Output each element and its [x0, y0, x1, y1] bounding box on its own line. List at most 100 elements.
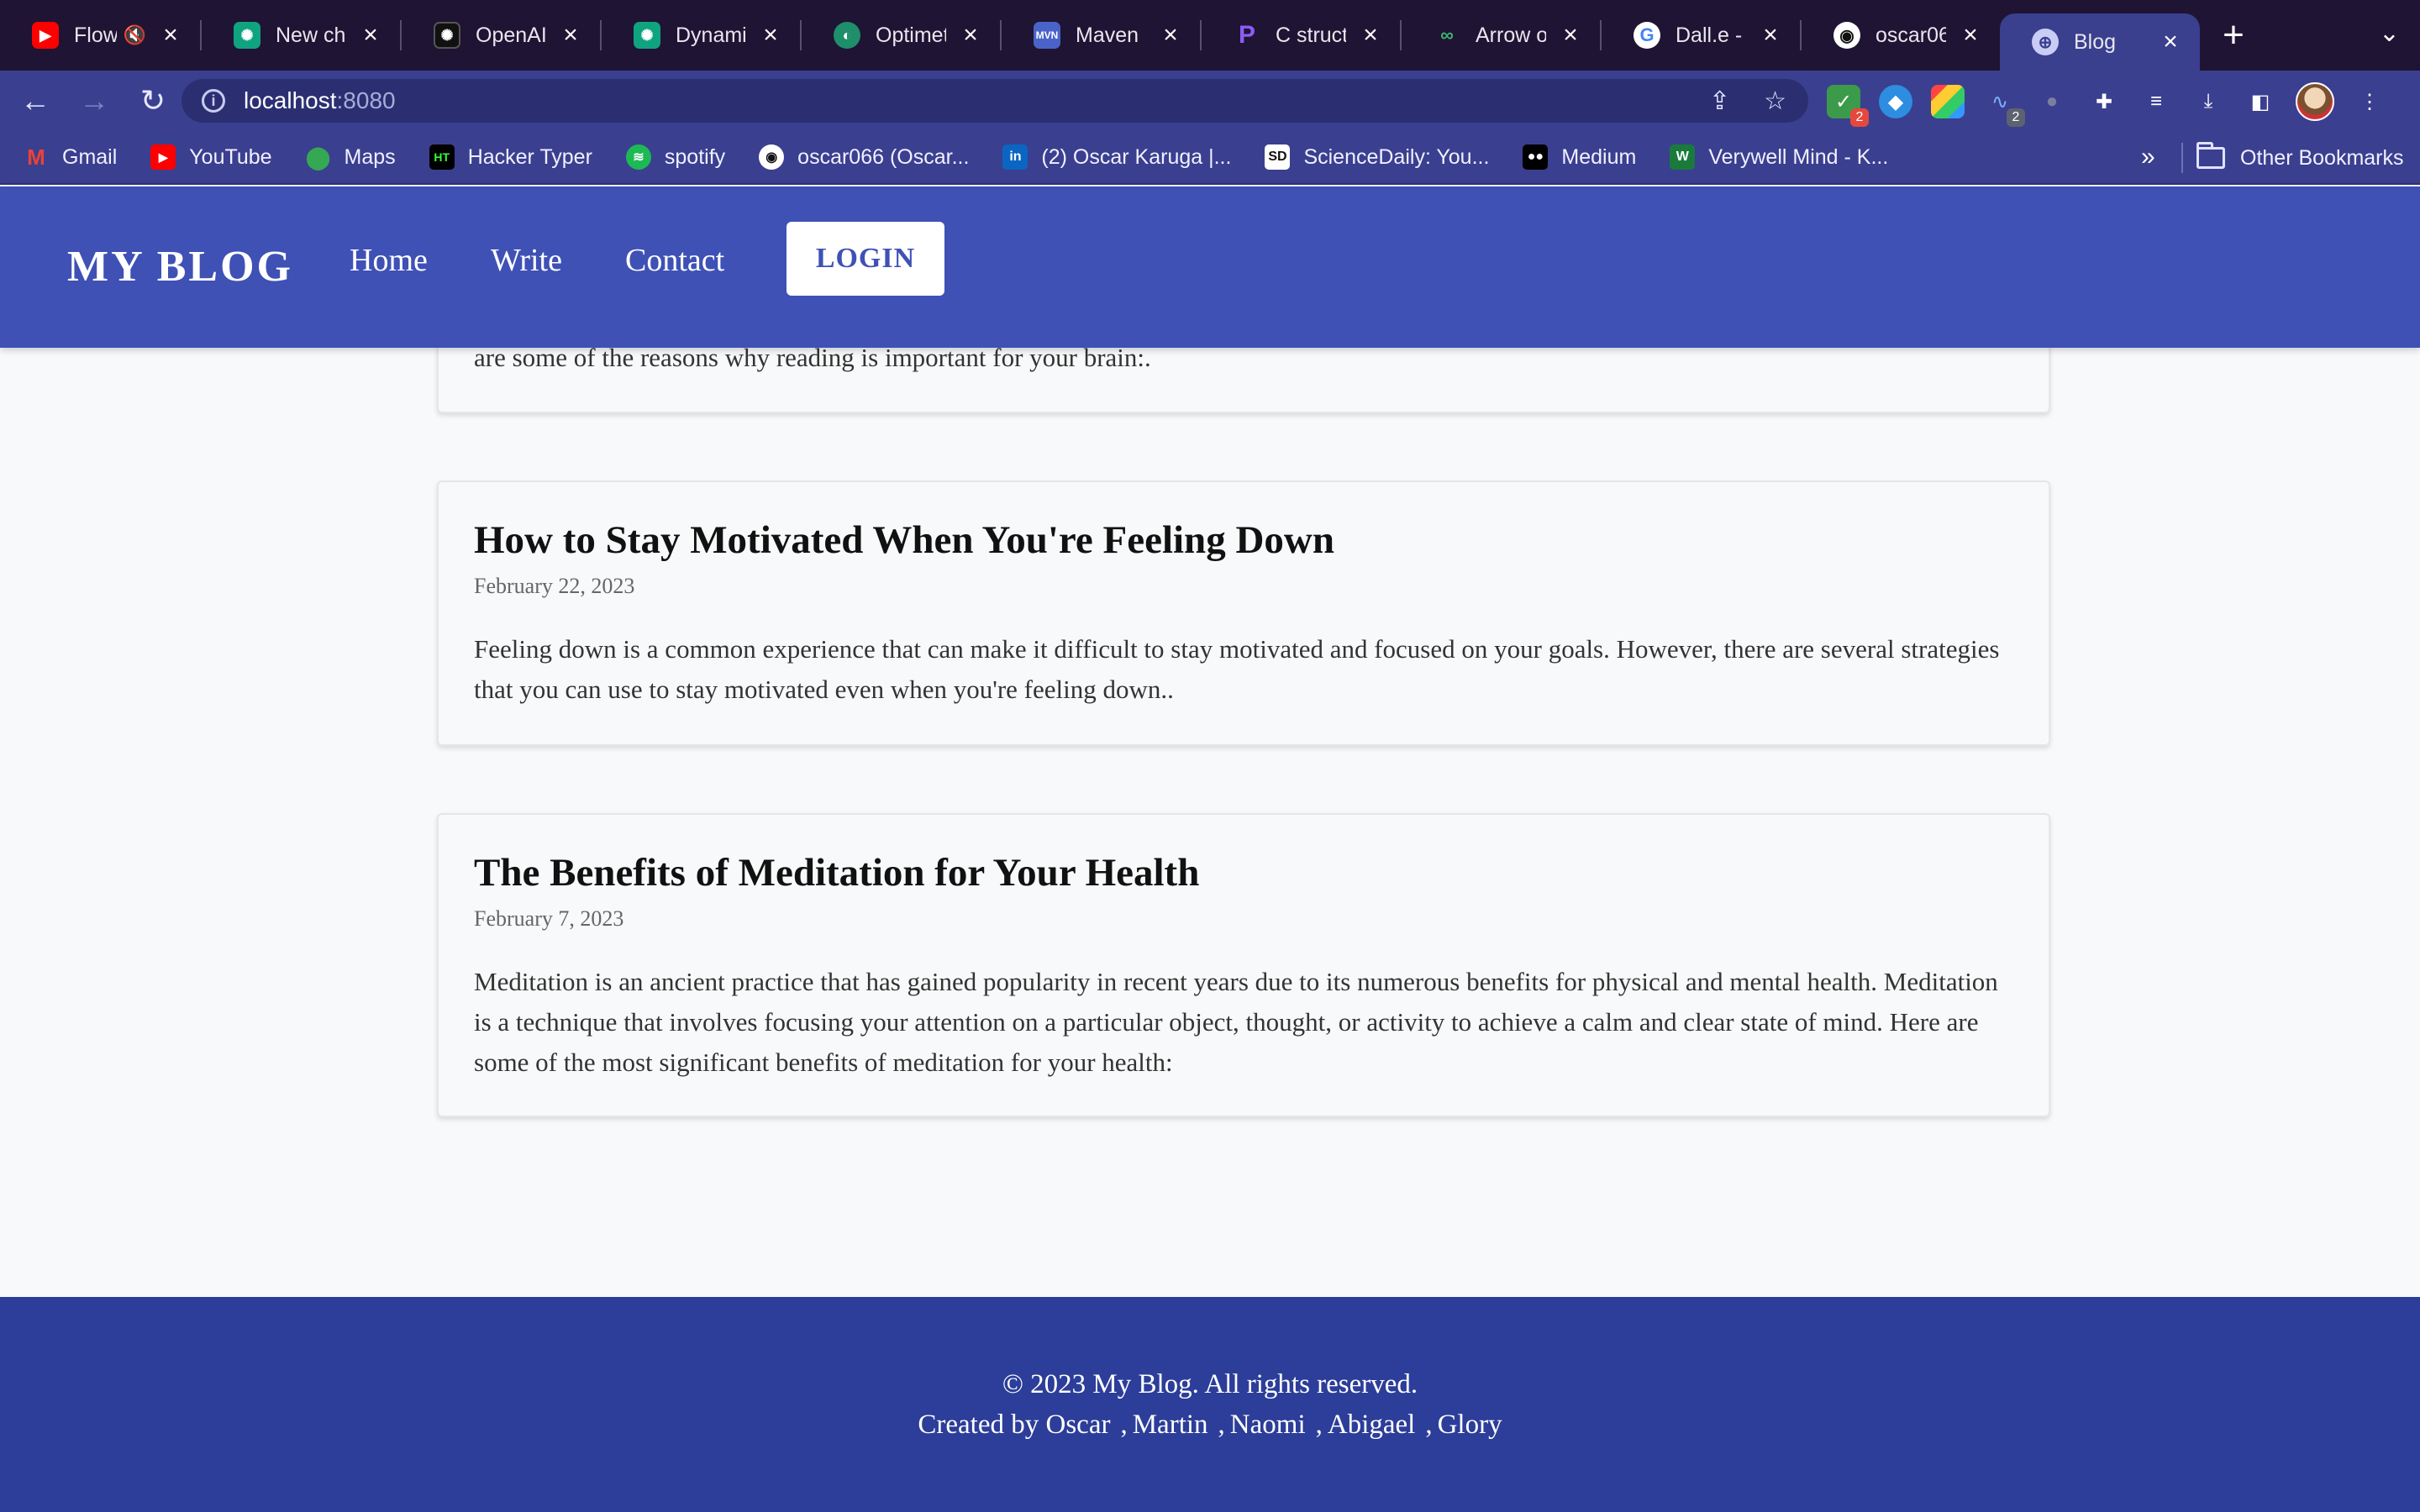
extension-icon[interactable]: ✓ 2	[1827, 85, 1869, 127]
bookmark-label: Medium	[1561, 144, 1637, 169]
download-icon[interactable]: ⤓	[2191, 85, 2225, 118]
bookmark-label: oscar066 (Oscar...	[797, 144, 970, 169]
author-name: Abigael	[1327, 1410, 1416, 1440]
perplexity-icon: P	[1238, 21, 1255, 49]
browser-tab[interactable]: ◉ oscar066 ×	[1802, 0, 2000, 71]
close-tab-icon[interactable]: ×	[758, 21, 783, 50]
address-bar[interactable]: i localhost:8080 ⇪ ☆	[182, 79, 1808, 123]
browser-tab[interactable]: ∞ Arrow ope ×	[1402, 0, 1600, 71]
browser-tab[interactable]: ✺ OpenAI Si ×	[402, 0, 600, 71]
author-separator: ,	[1120, 1410, 1128, 1440]
extension-icon[interactable]: ∿ 2	[1983, 85, 2025, 127]
bookmark-label: (2) Oscar Karuga |...	[1041, 144, 1232, 169]
post-date: February 22, 2023	[474, 573, 635, 598]
extension-icon[interactable]: ◆	[1879, 85, 1912, 118]
bookmark-maps[interactable]: ⬤ Maps	[306, 144, 396, 170]
site-footer: © 2023 My Blog. All rights reserved. Cre…	[0, 1297, 2420, 1512]
bookmark-label: Verywell Mind - K...	[1708, 144, 1889, 169]
post-title[interactable]: The Benefits of Meditation for Your Heal…	[474, 848, 2015, 898]
star-icon[interactable]: ☆	[1764, 87, 1786, 116]
close-tab-icon[interactable]: ×	[158, 21, 183, 50]
browser-tab[interactable]: ▶ Flow ( 🔇 ×	[0, 0, 200, 71]
nav-home-link[interactable]: Home	[350, 242, 428, 279]
extension-badge: 2	[2007, 108, 2025, 127]
tab-title: OpenAI Si	[476, 23, 546, 47]
github-icon: ◉	[759, 144, 785, 170]
gmail-icon: M	[27, 144, 45, 170]
back-button[interactable]: ←	[12, 77, 59, 124]
bookmark-hacker-typer[interactable]: HT Hacker Typer	[429, 144, 592, 170]
tab-title: C struct (	[1276, 23, 1346, 47]
author-separator: ,	[1425, 1410, 1433, 1440]
color-picker-extension-icon[interactable]	[1931, 85, 1965, 118]
geeksforgeeks-icon: ∞	[1440, 24, 1454, 45]
close-tab-icon[interactable]: ×	[1358, 21, 1383, 50]
author-name: Oscar	[1045, 1410, 1111, 1440]
post-card[interactable]: How to Stay Motivated When You're Feelin…	[437, 480, 2050, 746]
close-tab-icon[interactable]: ×	[558, 21, 583, 50]
tab-title: Optimetri	[876, 23, 946, 47]
chatgpt-icon: ✺	[234, 22, 260, 49]
bookmark-verywell[interactable]: W Verywell Mind - K...	[1670, 144, 1888, 170]
nav-write-link[interactable]: Write	[491, 242, 562, 279]
site-logo[interactable]: MY BLOG	[67, 242, 293, 291]
bookmark-label: YouTube	[189, 144, 272, 169]
bookmark-gmail[interactable]: M Gmail	[24, 144, 117, 170]
browser-tab[interactable]: ✺ Dynamic I ×	[602, 0, 800, 71]
browser-tab[interactable]: MVN Maven Re ×	[1002, 0, 1200, 71]
nav-contact-link[interactable]: Contact	[625, 242, 724, 279]
browser-tab[interactable]: P C struct ( ×	[1202, 0, 1400, 71]
reload-button[interactable]: ↻	[129, 77, 176, 124]
browser-tab[interactable]: G Dall.e - G ×	[1602, 0, 1800, 71]
chevron-down-icon[interactable]: ⌄	[2379, 18, 2400, 48]
bookmark-label: Gmail	[62, 144, 118, 169]
bookmark-youtube[interactable]: ▶ YouTube	[150, 144, 272, 170]
close-tab-icon[interactable]: ×	[958, 21, 983, 50]
bookmark-medium[interactable]: ●● Medium	[1523, 144, 1636, 170]
close-tab-icon[interactable]: ×	[1558, 21, 1583, 50]
new-tab-button[interactable]: +	[2200, 0, 2267, 71]
address-port: :8080	[336, 87, 396, 113]
close-tab-icon[interactable]: ×	[1958, 21, 1983, 50]
login-button[interactable]: LOGIN	[786, 222, 944, 296]
close-tab-icon[interactable]: ×	[1758, 21, 1783, 50]
more-menu-icon[interactable]: ⋮	[2353, 85, 2386, 118]
author-separator: ,	[1218, 1410, 1225, 1440]
post-card[interactable]: The Benefits of Meditation for Your Heal…	[437, 813, 2050, 1117]
tab-title: New chat	[276, 23, 346, 47]
speaker-muted-icon[interactable]: 🔇	[124, 24, 146, 46]
browser-tab-strip: ▶ Flow ( 🔇 × ✺ New chat × ✺ OpenAI Si × …	[0, 0, 2420, 71]
openai-icon: ✺	[434, 22, 460, 49]
bookmark-sciencedaily[interactable]: SD ScienceDaily: You...	[1265, 144, 1489, 170]
site-info-icon[interactable]: i	[202, 89, 225, 113]
post-title[interactable]: How to Stay Motivated When You're Feelin…	[474, 516, 2015, 565]
close-tab-icon[interactable]: ×	[1158, 21, 1183, 50]
verywell-icon: W	[1670, 144, 1696, 170]
profile-avatar[interactable]	[2296, 82, 2334, 121]
reading-list-icon[interactable]: ≡	[2139, 85, 2173, 118]
bookmark-spotify[interactable]: ≋ spotify	[625, 144, 725, 170]
close-tab-icon[interactable]: ×	[2158, 28, 2183, 56]
robot-extension-icon[interactable]: ●	[2035, 85, 2069, 118]
bookmark-linkedin[interactable]: in (2) Oscar Karuga |...	[1002, 144, 1231, 170]
site-header: MY BLOG Home Write Contact LOGIN	[0, 186, 2420, 348]
other-bookmarks-label: Other Bookmarks	[2240, 145, 2404, 170]
forward-button[interactable]: →	[71, 77, 118, 124]
other-bookmarks[interactable]: Other Bookmarks	[2196, 131, 2404, 185]
credits-label: Created by	[918, 1410, 1039, 1440]
close-tab-icon[interactable]: ×	[358, 21, 383, 50]
bookmark-github[interactable]: ◉ oscar066 (Oscar...	[759, 144, 969, 170]
more-bookmarks-chevron-icon[interactable]: »	[2141, 143, 2155, 171]
share-icon[interactable]: ⇪	[1709, 87, 1730, 116]
tab-title: Blog	[2074, 29, 2117, 54]
bookmark-label: ScienceDaily: You...	[1303, 144, 1490, 169]
hackertyper-icon: HT	[429, 144, 455, 170]
tab-title: oscar066	[1876, 23, 1946, 47]
puzzle-icon[interactable]: ✚	[2087, 85, 2121, 118]
tab-title: Dall.e - G	[1676, 23, 1746, 47]
footer-credits: Created by Oscar, Martin, Naomi, Abigael, Gl…	[0, 1404, 2420, 1445]
browser-tab[interactable]: ◐ Optimetri ×	[802, 0, 1000, 71]
side-panel-icon[interactable]: ◧	[2244, 85, 2277, 118]
browser-tab[interactable]: ✺ New chat ×	[202, 0, 400, 71]
browser-tab-active[interactable]: ⊕ Blog ×	[2000, 13, 2200, 71]
